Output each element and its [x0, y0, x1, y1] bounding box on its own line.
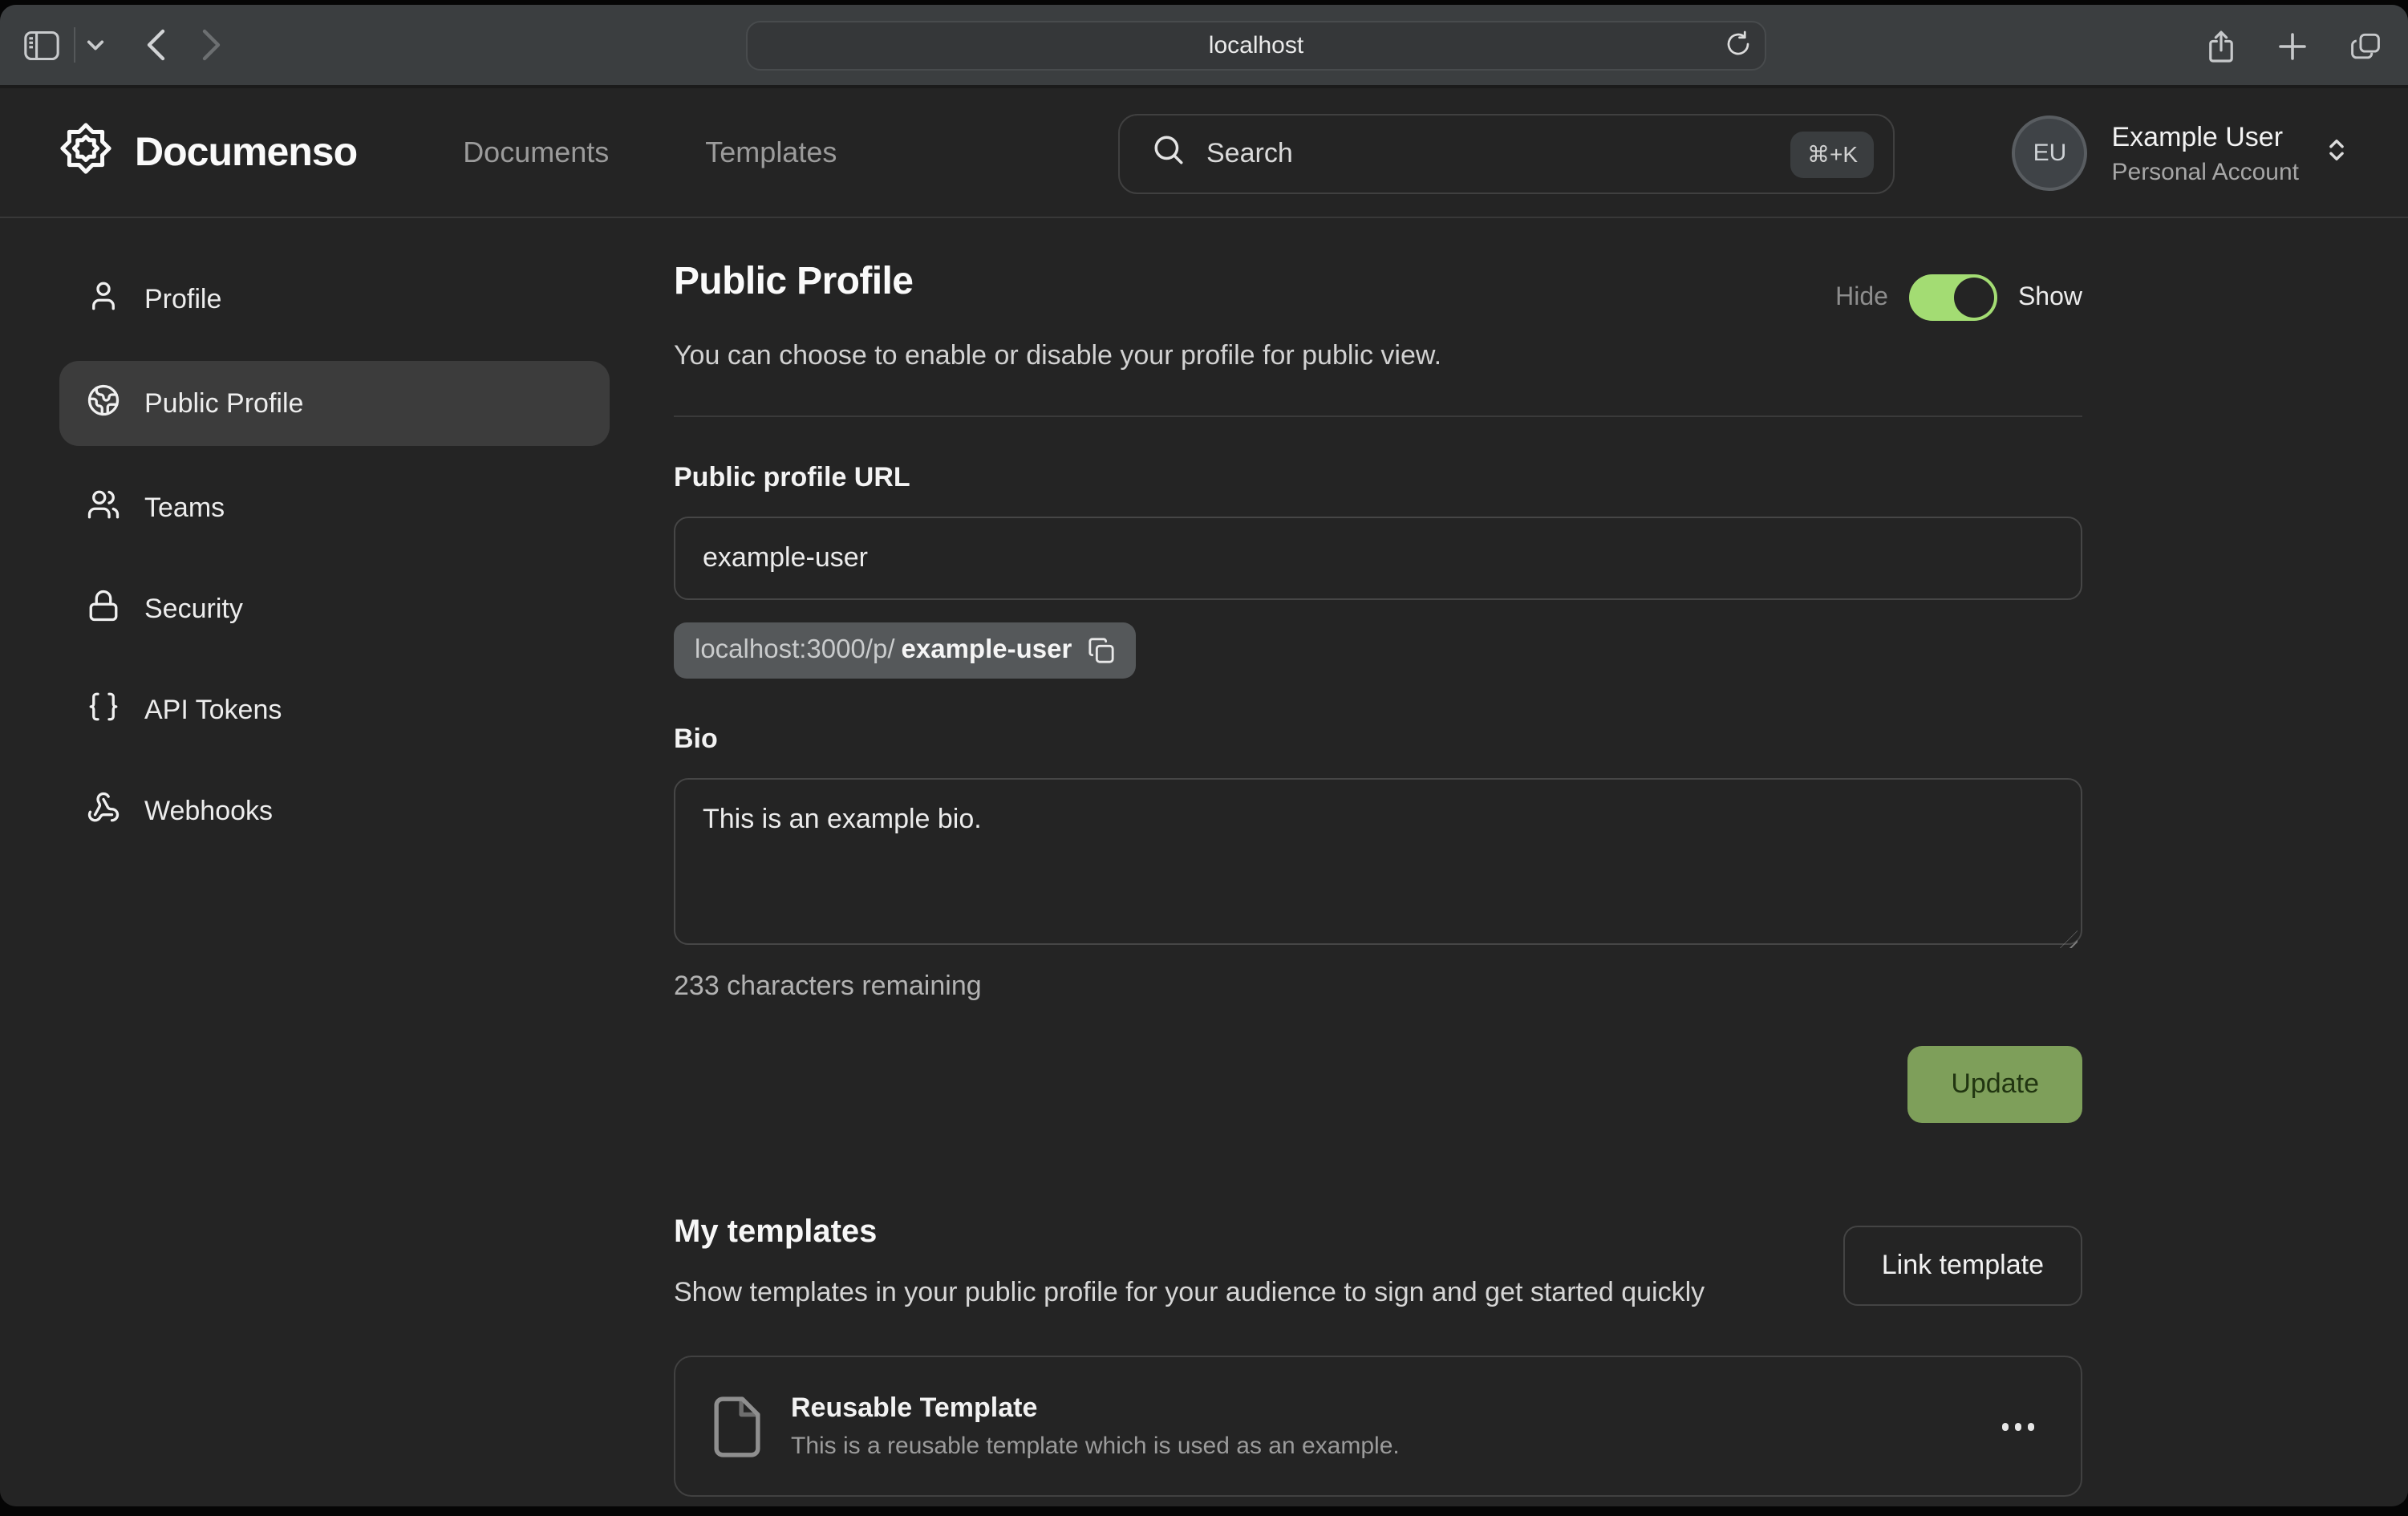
search-input[interactable] [1206, 138, 1791, 170]
my-templates-title: My templates [674, 1214, 1705, 1251]
sidebar-item-api-tokens[interactable]: API Tokens [59, 671, 610, 749]
chevron-down-icon[interactable] [87, 39, 104, 51]
reload-icon[interactable] [1726, 30, 1750, 58]
nav-templates[interactable]: Templates [705, 136, 837, 169]
bio-textarea[interactable]: This is an example bio. [674, 778, 2082, 945]
lock-icon [87, 588, 120, 630]
profile-url-slug: example-user [902, 635, 1072, 666]
page-title: Public Profile [674, 260, 913, 305]
sidebar-item-teams[interactable]: Teams [59, 468, 610, 547]
update-button[interactable]: Update [1907, 1046, 2082, 1123]
chevrons-up-down-icon [2323, 136, 2350, 171]
settings-sidebar: Profile Public Profile Teams Security [59, 260, 610, 1503]
sidebar-item-label: Webhooks [144, 795, 273, 827]
profile-url-prefix: localhost:3000/p/ [695, 635, 895, 666]
sidebar-item-label: Profile [144, 283, 221, 315]
avatar-initials: EU [2033, 140, 2067, 167]
link-template-button[interactable]: Link template [1843, 1226, 2082, 1306]
share-icon[interactable] [2207, 30, 2235, 63]
sidebar-item-profile[interactable]: Profile [59, 260, 610, 338]
brand-name: Documenso [135, 129, 357, 176]
user-menu[interactable]: EU Example User Personal Account [2013, 116, 2351, 191]
sidebar-item-label: API Tokens [144, 694, 282, 726]
search-box[interactable]: ⌘+K [1118, 114, 1895, 194]
toolbar-left-group [0, 27, 221, 63]
sidebar-item-public-profile[interactable]: Public Profile [59, 361, 610, 446]
browser-window: localhost [0, 5, 2408, 1506]
toggle-knob [1954, 278, 1994, 318]
template-item-description: This is a reusable template which is use… [791, 1433, 1400, 1461]
visibility-toggle[interactable] [1909, 274, 1997, 321]
copy-icon[interactable] [1088, 637, 1115, 664]
nav-documents[interactable]: Documents [463, 136, 609, 169]
sidebar-item-security[interactable]: Security [59, 570, 610, 648]
webhook-icon [87, 790, 120, 832]
template-list-item[interactable]: Reusable Template This is a reusable tem… [674, 1356, 2082, 1498]
user-account-type: Personal Account [2112, 158, 2300, 185]
users-icon [87, 487, 120, 529]
documenso-logo-icon [58, 120, 114, 184]
file-icon [712, 1396, 762, 1458]
template-item-title: Reusable Template [791, 1393, 1400, 1425]
address-bar[interactable]: localhost [746, 21, 1766, 71]
toggle-show-label: Show [2018, 283, 2082, 312]
url-field-label: Public profile URL [674, 462, 2082, 494]
app-root: Documenso Documents Templates ⌘+K EU [0, 88, 2408, 1503]
characters-remaining: 233 characters remaining [674, 971, 2082, 1003]
toolbar-separator [74, 27, 75, 63]
new-tab-icon[interactable] [2278, 32, 2307, 61]
user-name: Example User [2112, 121, 2300, 153]
main-panel: Public Profile Hide Show You can choose … [674, 260, 2082, 1503]
globe-icon [87, 383, 120, 424]
template-item-text: Reusable Template This is a reusable tem… [791, 1393, 1400, 1461]
brand[interactable]: Documenso [58, 120, 357, 184]
screen: localhost [0, 0, 2408, 1516]
page-subtitle: You can choose to enable or disable your… [674, 340, 2082, 372]
content: Profile Public Profile Teams Security [0, 218, 2408, 1503]
profile-visibility-toggle-group: Hide Show [1835, 274, 2082, 321]
sidebar-item-label: Teams [144, 492, 225, 524]
toolbar-right-group [2207, 5, 2381, 88]
public-profile-url-input[interactable] [674, 517, 2082, 600]
search-icon [1152, 133, 1186, 175]
sidebar-item-label: Public Profile [144, 387, 303, 420]
user-text: Example User Personal Account [2112, 121, 2300, 185]
back-icon[interactable] [146, 29, 165, 61]
section-divider [674, 415, 2082, 417]
bio-field-label: Bio [674, 724, 2082, 756]
address-bar-url: localhost [1209, 32, 1303, 59]
sidebar-toggle-icon[interactable] [24, 30, 59, 60]
bio-wrap: This is an example bio. [674, 756, 2082, 953]
avatar: EU [2013, 116, 2088, 191]
search-shortcut-badge: ⌘+K [1791, 131, 1874, 177]
tab-overview-icon[interactable] [2350, 32, 2381, 61]
top-nav: Documents Templates [463, 136, 837, 169]
app-header: Documenso Documents Templates ⌘+K EU [0, 88, 2408, 218]
sidebar-item-label: Security [144, 593, 243, 625]
toggle-hide-label: Hide [1835, 283, 1888, 312]
user-icon [87, 278, 120, 320]
profile-url-preview-badge[interactable]: localhost:3000/p/ example-user [674, 622, 1136, 679]
template-actions-menu-icon[interactable] [1992, 1413, 2044, 1440]
templates-header-text: My templates Show templates in your publ… [674, 1214, 1705, 1315]
browser-toolbar: localhost [0, 5, 2408, 88]
sidebar-item-webhooks[interactable]: Webhooks [59, 772, 610, 850]
braces-icon [87, 689, 120, 731]
my-templates-description: Show templates in your public profile fo… [674, 1272, 1705, 1315]
forward-icon[interactable] [202, 29, 221, 61]
